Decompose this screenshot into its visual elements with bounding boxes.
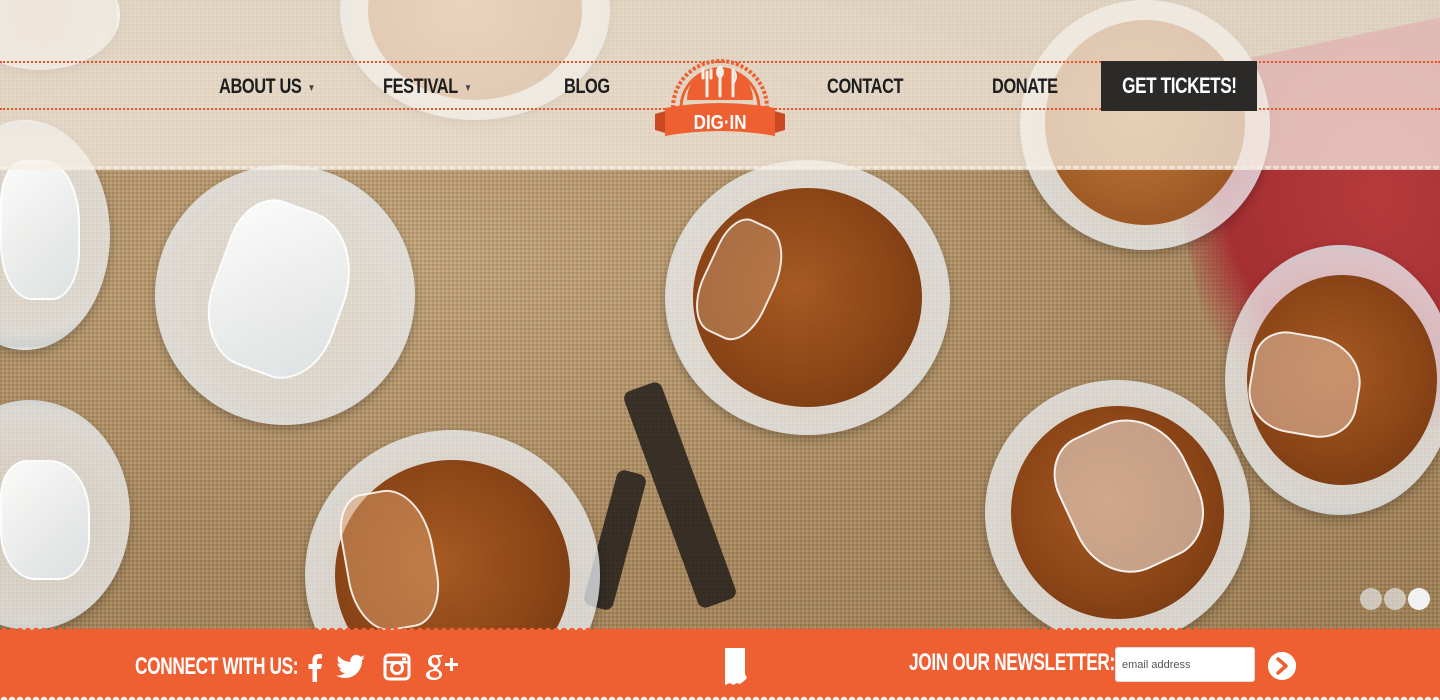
nav-donate[interactable]: DONATE — [992, 72, 1058, 102]
ice-cup — [0, 400, 130, 630]
facebook-icon[interactable] — [297, 650, 331, 684]
nav-contact-label: CONTACT — [827, 75, 904, 98]
get-tickets-label: GET TICKETS! — [1121, 73, 1237, 98]
nav-contact[interactable]: CONTACT — [827, 72, 904, 102]
slider-dot[interactable] — [1360, 588, 1382, 610]
slider-dot[interactable] — [1384, 588, 1406, 610]
nav-blog[interactable]: BLOG — [564, 72, 610, 102]
newsletter-submit-button[interactable] — [1268, 652, 1296, 680]
instagram-icon[interactable] — [380, 650, 414, 684]
google-plus-icon[interactable] — [425, 650, 459, 684]
nav-festival-label: FESTIVAL — [383, 75, 458, 98]
newsletter-email-input[interactable] — [1115, 647, 1255, 682]
nav-about-us-label: ABOUT US — [219, 75, 302, 98]
get-tickets-button[interactable]: GET TICKETS! — [1101, 61, 1257, 111]
arrow-right-icon — [1268, 652, 1296, 680]
dig-in-logo[interactable]: DIG·IN — [651, 30, 789, 150]
nav-donate-label: DONATE — [992, 75, 1058, 98]
logo-wordmark: DIG·IN — [693, 111, 747, 134]
slider-pagination — [1360, 588, 1430, 610]
indiana-icon — [722, 646, 750, 686]
ice-cup — [155, 165, 415, 425]
newsletter-label: JOIN OUR NEWSLETTER: — [909, 649, 1115, 676]
chevron-down-icon: ▼ — [307, 82, 316, 94]
nav-blog-label: BLOG — [564, 75, 610, 98]
nav-about-us[interactable]: ABOUT US ▼ — [219, 72, 315, 102]
slider-dot-active[interactable] — [1408, 588, 1430, 610]
tea-cup — [1225, 245, 1440, 515]
connect-label: CONNECT WITH US: — [135, 653, 299, 680]
tea-cup — [985, 380, 1250, 630]
tea-cup — [665, 160, 950, 435]
chevron-down-icon: ▼ — [464, 82, 472, 94]
tea-cup — [305, 430, 600, 630]
twitter-icon[interactable] — [334, 650, 368, 684]
nav-festival[interactable]: FESTIVAL ▼ — [383, 72, 472, 102]
